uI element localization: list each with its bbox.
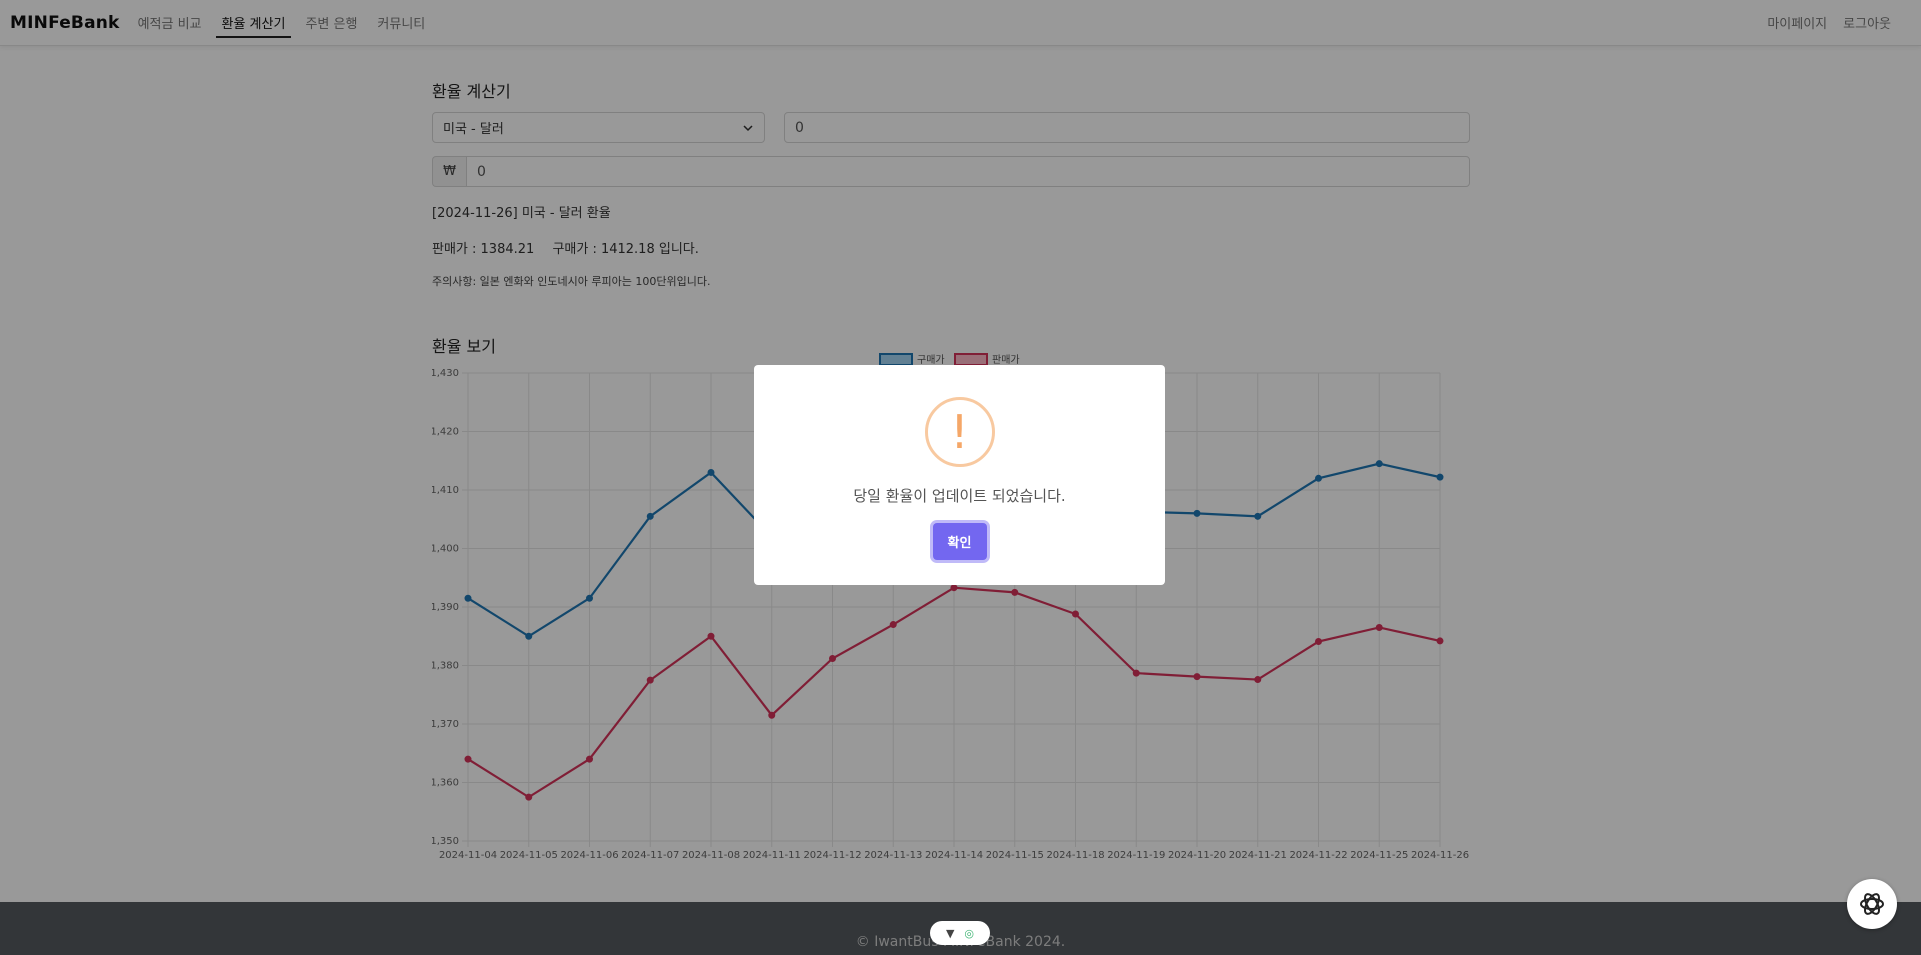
warning-icon: ! [924,397,995,467]
alert-modal: ! 당일 환율이 업데이트 되었습니다. 확인 [754,365,1165,585]
confirm-button[interactable]: 확인 [932,523,987,560]
filter-icon[interactable]: ▼ [946,927,954,940]
warning-mark: ! [950,405,969,459]
assistant-logo-icon [1860,893,1884,915]
modal-message: 당일 환율이 업데이트 되었습니다. [853,487,1066,505]
target-icon[interactable]: ◎ [964,927,974,940]
floating-toolbar[interactable]: ▼ ◎ [930,921,990,945]
assistant-button[interactable] [1847,879,1897,929]
